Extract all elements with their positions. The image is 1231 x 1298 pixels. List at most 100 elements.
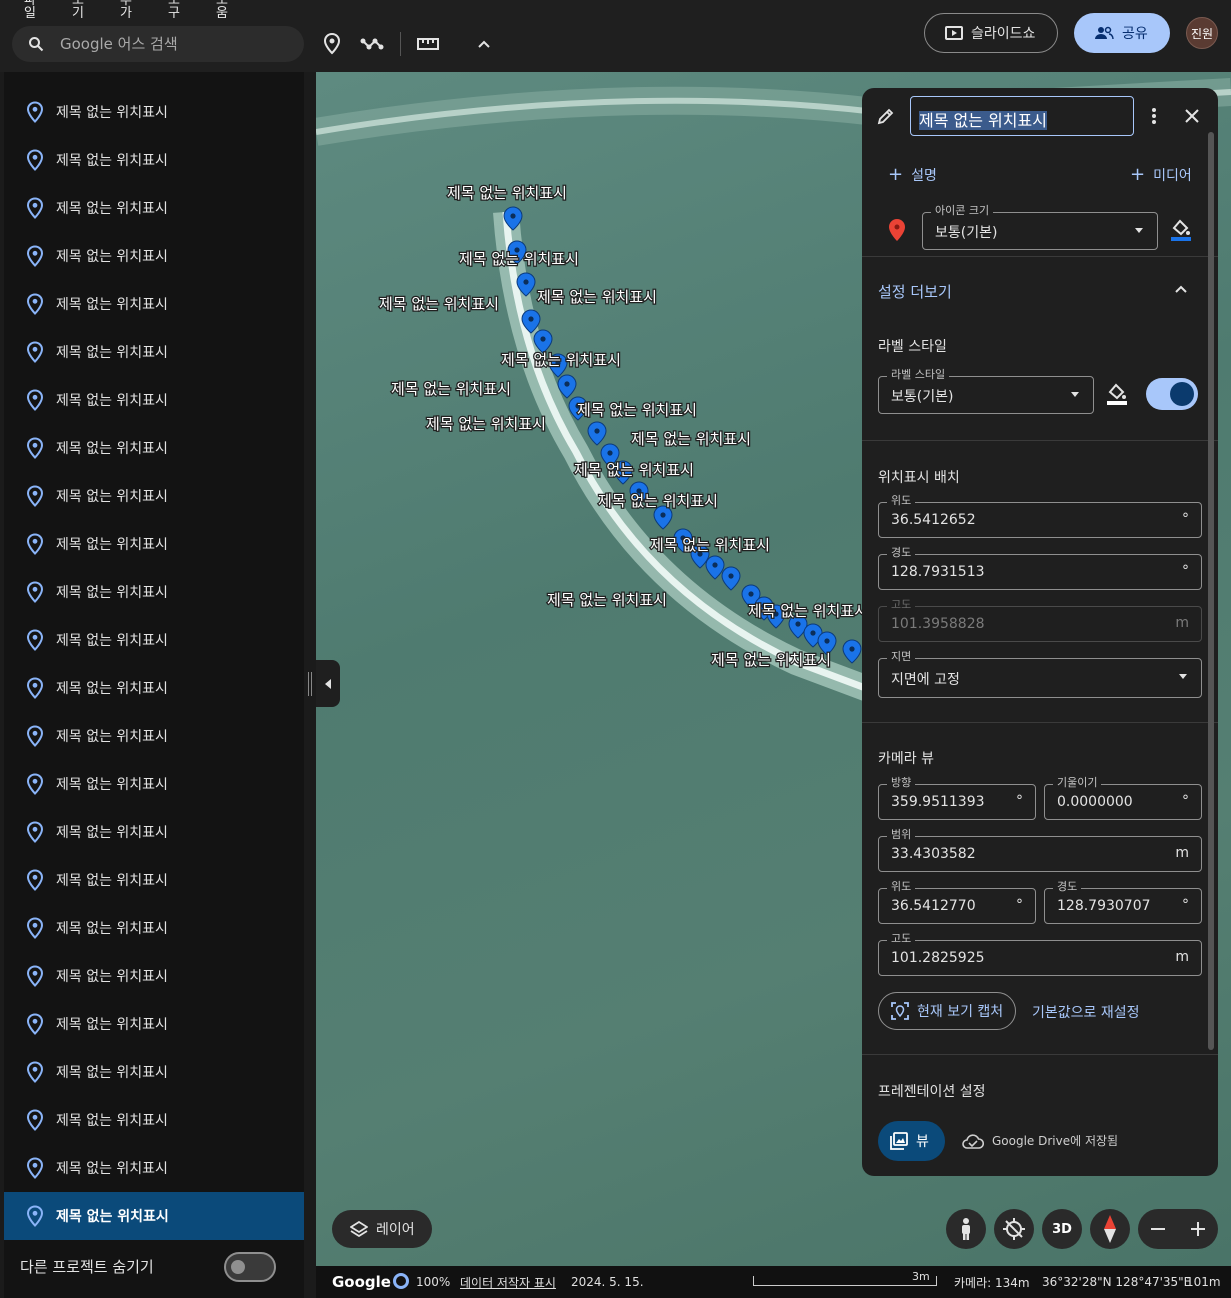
placemark-list-item[interactable]: 제목 없는 위치표시 [4,568,304,616]
placemark-list-item[interactable]: 제목 없는 위치표시 [4,760,304,808]
close-icon[interactable] [1184,108,1200,124]
menu-help[interactable]: 도움 [214,0,230,18]
placemark-list-item[interactable]: 제목 없는 위치표시 [4,328,304,376]
compass-button[interactable] [1090,1209,1130,1249]
map-placemark-label[interactable]: 제목 없는 위치표시 [546,590,668,611]
heading-field[interactable]: 방향 359.9511393 ° [878,776,1036,820]
search-box[interactable] [12,26,304,62]
placemark-list-item[interactable]: 제목 없는 위치표시 [4,664,304,712]
ground-mode-select[interactable]: 지면 지면에 고정 [878,650,1202,698]
hide-other-projects-toggle[interactable] [224,1252,276,1282]
add-description-button[interactable]: + 설명 [888,164,937,185]
collapse-panel-button[interactable] [316,660,340,707]
placemark-list-item[interactable]: 제목 없는 위치표시 [4,520,304,568]
attribution-link[interactable]: 데이터 저작자 표시 [460,1274,556,1291]
map-placemark-label[interactable]: 제목 없는 위치표시 [378,294,500,315]
map-placemark-label[interactable]: 제목 없는 위치표시 [710,650,832,671]
map-placemark-label[interactable]: 제목 없는 위치표시 [425,414,547,435]
icon-color-fill-icon[interactable] [1170,218,1192,242]
map-placemark-label[interactable]: 제목 없는 위치표시 [390,379,512,400]
map-placemark-pin[interactable] [721,566,741,591]
camera-latitude-field[interactable]: 위도 36.5412770 ° [878,880,1036,924]
placemark-list-item[interactable]: 제목 없는 위치표시 [4,136,304,184]
placemark-list-item[interactable]: 제목 없는 위치표시 [4,88,304,136]
tilt-field[interactable]: 기울이기 0.0000000 ° [1044,776,1202,820]
label-style-select[interactable]: 라벨 스타일 보통(기본) [878,368,1094,414]
range-field[interactable]: 범위 33.4303582 m [878,828,1202,872]
add-description-label: 설명 [911,168,937,184]
more-vert-icon[interactable] [1148,106,1160,126]
chevron-up-icon[interactable] [1174,284,1188,294]
latitude-field[interactable]: 위도 36.5412652 ° [878,494,1202,538]
label-visibility-toggle[interactable] [1146,378,1198,410]
map-placemark-pin[interactable] [587,421,607,446]
title-input[interactable]: 제목 없는 위치표시 [910,96,1134,136]
map-placemark-label[interactable]: 제목 없는 위치표시 [649,535,771,556]
label-color-fill-icon[interactable] [1106,382,1128,406]
panel-resize-grip[interactable] [308,672,312,696]
add-media-button[interactable]: + 미디어 [1130,164,1192,185]
longitude-field[interactable]: 경도 128.7931513 ° [878,546,1202,590]
placemark-list-item[interactable]: 제목 없는 위치표시 [4,424,304,472]
placemark-list-item[interactable]: 제목 없는 위치표시 [4,904,304,952]
menu-tools[interactable]: 도구 [166,0,182,18]
toggle-3d-button[interactable]: 3D [1042,1209,1082,1249]
camera-altitude-field[interactable]: 고도 101.2825925 m [878,932,1202,976]
placemark-list-item[interactable]: 제목 없는 위치표시 [4,376,304,424]
editor-scrollbar[interactable] [1208,132,1214,1050]
search-input[interactable] [60,26,290,62]
reset-to-default-button[interactable]: 기본값으로 재설정 [1032,1002,1140,1022]
map-placemark-pin[interactable] [705,555,725,580]
map-placemark-label[interactable]: 제목 없는 위치표시 [446,183,568,204]
collapse-toolbar-button[interactable] [469,29,499,59]
map-placemark-label[interactable]: 제목 없는 위치표시 [576,400,698,421]
slideshow-button[interactable]: 슬라이드쇼 [924,13,1058,53]
map-placemark-label[interactable]: 제목 없는 위치표시 [500,350,622,371]
menu-view[interactable]: 보기 [70,0,86,18]
map-placemark-pin[interactable] [842,639,862,664]
map-placemark-label[interactable]: 제목 없는 위치표시 [458,249,580,270]
map-placemark-label[interactable]: 제목 없는 위치표시 [747,601,869,622]
menu-add[interactable]: 추가 [118,0,134,18]
placemark-list-item[interactable]: 제목 없는 위치표시 [4,1192,304,1240]
draw-path-button[interactable] [357,29,387,59]
more-settings-toggle[interactable]: 설정 더보기 [878,281,952,302]
map-placemark-label[interactable]: 제목 없는 위치표시 [536,287,658,308]
icon-size-select[interactable]: 아이콘 크기 보통(기본) [922,204,1158,250]
avatar[interactable]: 진원 [1186,17,1218,49]
dropdown-arrow-icon [1135,228,1143,233]
placemark-list-item[interactable]: 제목 없는 위치표시 [4,712,304,760]
map-placemark-label[interactable]: 제목 없는 위치표시 [597,491,719,512]
placemark-list-item[interactable]: 제목 없는 위치표시 [4,1144,304,1192]
placemark-list-item[interactable]: 제목 없는 위치표시 [4,280,304,328]
status-bar: Google 100% 데이터 저작자 표시 2024. 5. 15. 3m 카… [316,1266,1231,1298]
map-placemark-label[interactable]: 제목 없는 위치표시 [630,429,752,450]
zoom-in-button[interactable] [1178,1209,1218,1249]
cursor-coordinates: 36°32'28"N 128°47'35"E [1042,1275,1192,1289]
share-button[interactable]: 공유 [1074,13,1170,53]
street-view-button[interactable] [946,1209,986,1249]
placemark-list-item[interactable]: 제목 없는 위치표시 [4,808,304,856]
placemark-list-item[interactable]: 제목 없는 위치표시 [4,1096,304,1144]
map-placemark-label[interactable]: 제목 없는 위치표시 [573,460,695,481]
camera-longitude-field[interactable]: 경도 128.7930707 ° [1044,880,1202,924]
capture-view-button[interactable]: 현재 보기 캡처 [878,992,1016,1030]
placemark-list-item[interactable]: 제목 없는 위치표시 [4,232,304,280]
zoom-out-button[interactable] [1138,1209,1178,1249]
menu-file[interactable]: 파일 [22,0,38,18]
placemark-list-item[interactable]: 제목 없는 위치표시 [4,1000,304,1048]
placemark-list-item[interactable]: 제목 없는 위치표시 [4,184,304,232]
placemark-list-item[interactable]: 제목 없는 위치표시 [4,1048,304,1096]
placemark-list-item[interactable]: 제목 없는 위치표시 [4,472,304,520]
placemark-list-item[interactable]: 제목 없는 위치표시 [4,952,304,1000]
measure-button[interactable] [413,29,443,59]
placemark-list-item[interactable]: 제목 없는 위치표시 [4,856,304,904]
layers-button[interactable]: 레이어 [332,1210,432,1248]
add-placemark-button[interactable] [317,29,347,59]
view-button[interactable]: 뷰 [878,1121,945,1161]
red-pin-icon[interactable] [888,218,906,242]
placemark-list-item[interactable]: 제목 없는 위치표시 [4,616,304,664]
my-location-button[interactable] [994,1209,1034,1249]
meter-unit: m [1175,845,1189,861]
placemark-list-label: 제목 없는 위치표시 [56,393,168,409]
